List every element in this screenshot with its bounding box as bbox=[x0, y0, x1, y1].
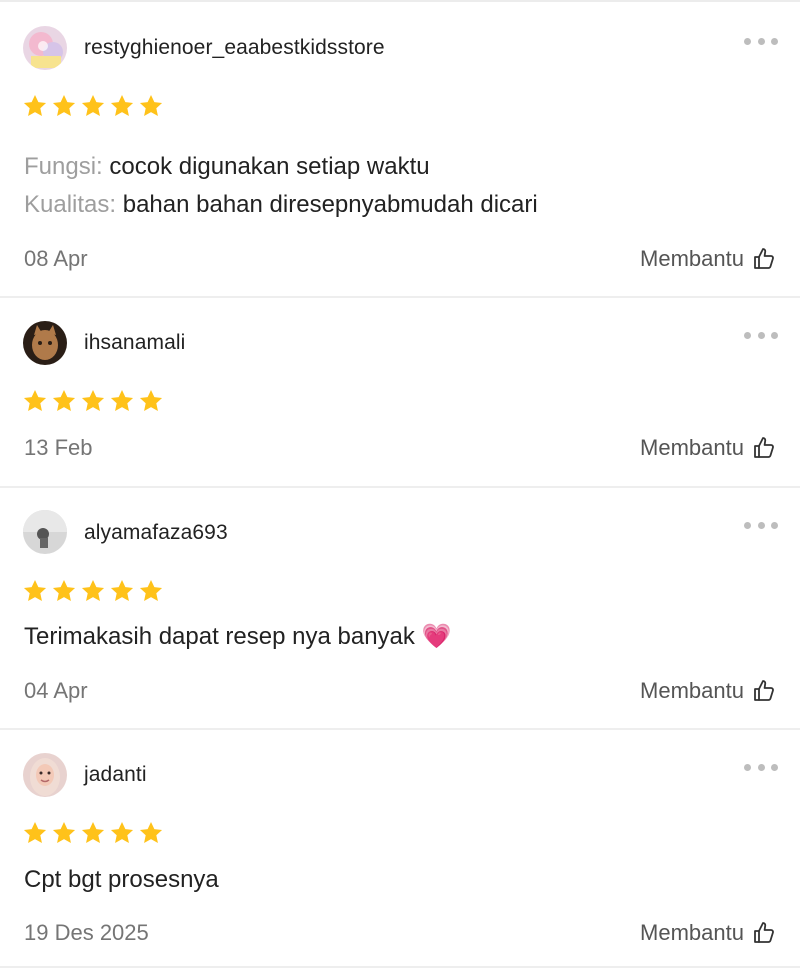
star-icon bbox=[52, 389, 76, 411]
attribute-value: bahan bahan diresepnyabmudah dicari bbox=[122, 191, 538, 218]
review-divider bbox=[0, 296, 800, 298]
helpful-button[interactable]: Membantu bbox=[640, 678, 776, 704]
star-icon bbox=[52, 579, 76, 601]
more-dots-icon[interactable] bbox=[744, 518, 778, 532]
thumbs-up-icon bbox=[754, 680, 774, 701]
username[interactable]: restyghienoer_eaabestkidsstore bbox=[84, 36, 385, 60]
avatar[interactable] bbox=[23, 753, 67, 797]
star-icon bbox=[81, 389, 105, 411]
star-icon bbox=[23, 389, 47, 411]
star-icon bbox=[23, 579, 47, 601]
avatar[interactable] bbox=[23, 510, 67, 554]
review-date: 13 Feb bbox=[24, 435, 93, 460]
star-icon bbox=[52, 821, 76, 843]
helpful-label: Membantu bbox=[640, 678, 744, 703]
star-icon bbox=[110, 821, 134, 843]
thumbs-up-icon bbox=[754, 922, 774, 943]
star-icon bbox=[139, 821, 163, 843]
star-icon bbox=[81, 94, 105, 116]
star-rating bbox=[22, 578, 164, 604]
review-date: 08 Apr bbox=[24, 246, 88, 271]
star-icon bbox=[52, 94, 76, 116]
review-divider bbox=[0, 966, 800, 968]
username[interactable]: alyamafaza693 bbox=[84, 521, 228, 545]
review-attribute-fungsi: Fungsi: cocok digunakan setiap waktu bbox=[24, 152, 430, 182]
more-dots-icon[interactable] bbox=[744, 760, 778, 774]
review-divider bbox=[0, 728, 800, 730]
helpful-label: Membantu bbox=[640, 435, 744, 460]
review-date: 19 Des 2025 bbox=[24, 920, 149, 945]
review-divider bbox=[0, 486, 800, 488]
review-attribute-kualitas: Kualitas: bahan bahan diresepnyabmudah d… bbox=[24, 190, 538, 220]
star-rating bbox=[22, 93, 164, 119]
helpful-button[interactable]: Membantu bbox=[640, 246, 776, 272]
more-dots-icon[interactable] bbox=[744, 328, 778, 342]
review-date: 04 Apr bbox=[24, 678, 88, 703]
more-dots-icon[interactable] bbox=[744, 34, 778, 48]
star-icon bbox=[23, 821, 47, 843]
avatar[interactable] bbox=[23, 26, 67, 70]
review-body: Cpt bgt prosesnya bbox=[24, 866, 219, 893]
helpful-button[interactable]: Membantu bbox=[640, 920, 776, 946]
star-icon bbox=[139, 94, 163, 116]
star-icon bbox=[81, 821, 105, 843]
thumbs-up-icon bbox=[754, 248, 774, 269]
star-icon bbox=[23, 94, 47, 116]
star-icon bbox=[110, 389, 134, 411]
star-rating bbox=[22, 820, 164, 846]
avatar[interactable] bbox=[23, 321, 67, 365]
helpful-label: Membantu bbox=[640, 246, 744, 271]
attribute-label: Kualitas: bbox=[24, 191, 117, 218]
helpful-label: Membantu bbox=[640, 920, 744, 945]
attribute-label: Fungsi: bbox=[24, 153, 103, 180]
username[interactable]: ihsanamali bbox=[84, 331, 185, 355]
star-icon bbox=[139, 579, 163, 601]
star-icon bbox=[110, 579, 134, 601]
star-icon bbox=[110, 94, 134, 116]
top-divider bbox=[0, 0, 800, 2]
star-icon bbox=[139, 389, 163, 411]
attribute-value: cocok digunakan setiap waktu bbox=[109, 153, 430, 180]
review-body: Terimakasih dapat resep nya banyak 💗 bbox=[24, 623, 452, 650]
thumbs-up-icon bbox=[754, 437, 774, 458]
helpful-button[interactable]: Membantu bbox=[640, 435, 776, 461]
username[interactable]: jadanti bbox=[84, 763, 147, 787]
star-icon bbox=[81, 579, 105, 601]
star-rating bbox=[22, 388, 164, 414]
